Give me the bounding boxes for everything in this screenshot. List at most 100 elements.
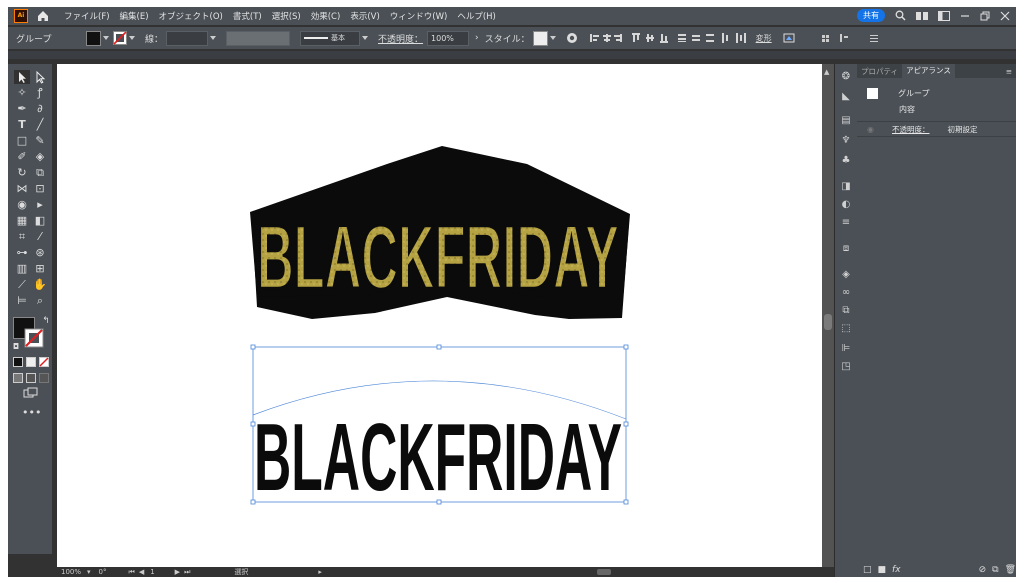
add-fill-icon[interactable]: ■ xyxy=(878,565,887,575)
menu-edit[interactable]: 編集(E) xyxy=(120,10,149,22)
curvature-tool-icon[interactable]: ∂ xyxy=(32,102,48,116)
shape-builder-tool-icon[interactable]: ◉ xyxy=(14,198,30,212)
eraser-tool-icon[interactable]: ◈ xyxy=(32,150,48,164)
chevron-right-icon[interactable]: › xyxy=(475,33,479,43)
free-transform-tool-icon[interactable]: ⊡ xyxy=(32,182,48,196)
restore-icon[interactable] xyxy=(980,11,990,21)
opacity-row-label[interactable]: 不透明度： xyxy=(892,124,930,135)
prev-page-icon[interactable]: ◀ xyxy=(139,568,144,576)
swatches-icon[interactable]: ▤ xyxy=(840,116,852,126)
menu-file[interactable]: ファイル(F) xyxy=(64,10,110,22)
zoom-field[interactable]: 100% xyxy=(61,568,81,576)
direct-selection-tool-icon[interactable] xyxy=(32,70,48,84)
chevron-down-icon[interactable]: ▾ xyxy=(87,568,91,576)
more-tools-icon[interactable]: ••• xyxy=(22,406,41,420)
artboards-icon[interactable]: ⧉ xyxy=(840,306,852,316)
recolor-icon[interactable] xyxy=(566,32,578,44)
color-guide-icon[interactable]: ◣ xyxy=(840,92,852,102)
panel-menu-icon[interactable]: ≡ xyxy=(1006,67,1012,76)
scale-tool-icon[interactable]: ⧉ xyxy=(32,166,48,180)
chevron-down-icon[interactable] xyxy=(103,36,109,40)
chevron-down-icon[interactable] xyxy=(549,36,556,40)
screen-mode-icon[interactable] xyxy=(23,387,39,399)
black-blackfriday-text[interactable]: BLACKFRIDAY xyxy=(254,404,622,511)
menu-effect[interactable]: 効果(C) xyxy=(311,10,341,22)
color-panel-icon[interactable]: ❂ xyxy=(840,72,852,82)
add-stroke-icon[interactable]: □ xyxy=(863,565,872,575)
minimize-icon[interactable] xyxy=(960,11,970,21)
menu-select[interactable]: 選択(S) xyxy=(272,10,301,22)
zoom-tool-icon[interactable]: ⌕ xyxy=(32,294,48,308)
type-tool-icon[interactable]: T xyxy=(14,118,30,132)
print-tiling-tool-icon[interactable]: ⊨ xyxy=(14,294,30,308)
lasso-tool-icon[interactable]: ꝭ xyxy=(32,86,48,100)
menu-object[interactable]: オブジェクト(O) xyxy=(159,10,223,22)
default-colors-icon[interactable]: ◘ xyxy=(8,340,24,354)
status-menu-icon[interactable]: ▸ xyxy=(318,568,322,576)
opacity-row[interactable]: ◉ 不透明度： 初期設定 xyxy=(857,121,1016,137)
graph-tool-icon[interactable]: ▥ xyxy=(14,262,30,276)
delete-item-icon[interactable]: 🗑 xyxy=(1005,565,1016,575)
rotation-field[interactable]: 0° xyxy=(99,568,107,576)
isolate-icon[interactable] xyxy=(782,32,798,44)
add-effect-icon[interactable]: fx xyxy=(892,565,901,575)
width-tool-icon[interactable]: ⋈ xyxy=(14,182,30,196)
tab-properties[interactable]: プロパティ xyxy=(857,66,902,77)
arrange-docs-icon[interactable] xyxy=(938,10,950,21)
variable-width-field[interactable] xyxy=(226,30,291,46)
brushes-icon[interactable]: ♆ xyxy=(840,136,852,146)
vertical-scrollbar[interactable]: ▲ xyxy=(822,64,834,567)
opacity-field[interactable]: 100% xyxy=(427,30,470,46)
home-icon[interactable] xyxy=(36,9,50,23)
opacity-label[interactable]: 不透明度： xyxy=(378,32,423,45)
scroll-up-icon[interactable]: ▲ xyxy=(824,69,832,76)
menu-view[interactable]: 表示(V) xyxy=(350,10,379,22)
swap-colors-icon[interactable]: ↰ xyxy=(38,314,54,328)
perspective-grid-tool-icon[interactable]: ▦ xyxy=(14,214,30,228)
chevron-down-icon[interactable] xyxy=(210,36,217,40)
brush-definition-field[interactable]: 基本 xyxy=(300,30,361,46)
symbol-sprayer-tool-icon[interactable]: ⊛ xyxy=(32,246,48,260)
pen-tool-icon[interactable]: ✒ xyxy=(14,102,30,116)
close-icon[interactable] xyxy=(1000,11,1010,21)
stroke-panel-icon[interactable]: ◨ xyxy=(840,182,852,192)
contents-row[interactable]: 内容 xyxy=(857,104,1016,116)
horizontal-scroll-thumb[interactable] xyxy=(597,569,611,575)
mesh-tool-icon[interactable]: ⌗ xyxy=(14,230,30,244)
pathfinder-icon[interactable]: ◳ xyxy=(840,362,852,372)
stroke-color-box[interactable] xyxy=(24,328,44,348)
visibility-eye-icon[interactable]: ◉ xyxy=(867,125,874,134)
rotate-tool-icon[interactable]: ↻ xyxy=(14,166,30,180)
menu-help[interactable]: ヘルプ(H) xyxy=(457,10,496,22)
gradient-tool-icon[interactable]: ◧ xyxy=(32,214,48,228)
line-tool-icon[interactable]: ╱ xyxy=(32,118,48,132)
slice-tool-icon[interactable]: ⟋ xyxy=(14,278,30,292)
hand-tool-icon[interactable]: ✋ xyxy=(32,278,48,292)
none-mode-icon[interactable] xyxy=(39,357,49,367)
magic-wand-tool-icon[interactable]: ✧ xyxy=(14,86,30,100)
stroke-weight-field[interactable] xyxy=(166,30,209,46)
last-page-icon[interactable]: ⏭ xyxy=(184,568,190,577)
links-icon[interactable]: ∞ xyxy=(840,288,852,298)
panel-menu-icons[interactable] xyxy=(821,32,882,44)
artboard-tool-icon[interactable]: ⊞ xyxy=(32,262,48,276)
gradient-panel-icon[interactable]: ≡ xyxy=(840,218,852,228)
gold-blackfriday-text[interactable]: BLACKFRIDAY xyxy=(250,146,630,319)
share-button[interactable]: 共有 xyxy=(857,9,885,22)
selection-tool-icon[interactable] xyxy=(14,70,30,84)
eyedropper-tool-icon[interactable]: ⁄ xyxy=(32,230,48,244)
menu-type[interactable]: 書式(T) xyxy=(233,10,262,22)
fill-swatch[interactable] xyxy=(86,30,101,46)
clear-appearance-icon[interactable]: ⊘ xyxy=(979,565,987,575)
appearance-group-row[interactable]: グループ xyxy=(857,86,1016,100)
graphic-style-swatch[interactable] xyxy=(532,30,548,46)
live-paint-tool-icon[interactable]: ▸ xyxy=(32,198,48,212)
menu-window[interactable]: ウィンドウ(W) xyxy=(390,10,448,22)
draw-behind-icon[interactable] xyxy=(26,373,36,383)
align-panel-icon[interactable]: ⊫ xyxy=(840,344,852,354)
align-icons[interactable] xyxy=(589,32,750,44)
draw-inside-icon[interactable] xyxy=(39,373,49,383)
symbols-icon[interactable]: ♣ xyxy=(840,156,852,166)
transform-label[interactable]: 変形 xyxy=(756,33,772,44)
first-page-icon[interactable]: ⏮ xyxy=(129,568,135,577)
